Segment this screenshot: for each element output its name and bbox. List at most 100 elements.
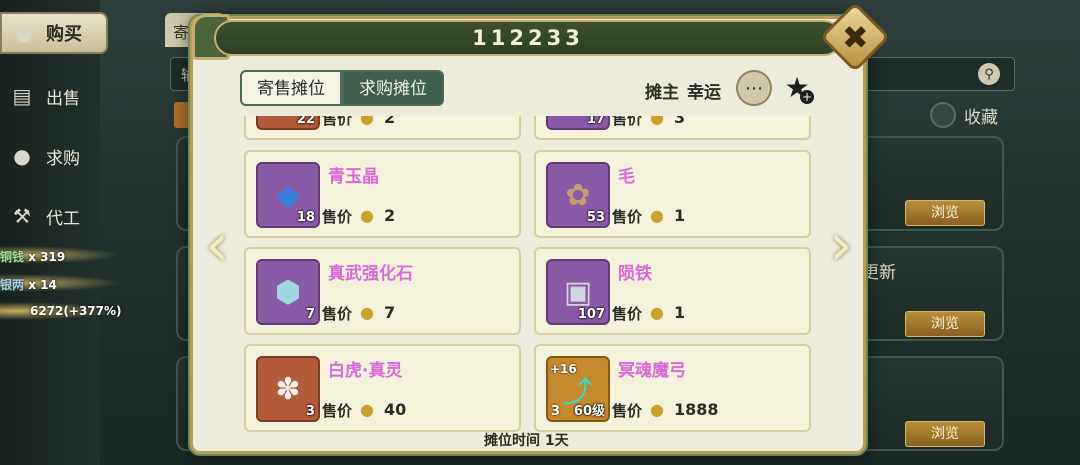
favorite-label: 收藏	[964, 107, 998, 128]
sidebar-item-sell[interactable]: ▤ 出售	[0, 76, 100, 116]
item-price: 7	[384, 303, 396, 322]
gold-ingot-icon: ●	[360, 116, 374, 127]
item-name: 冥魂魔弓	[618, 361, 686, 381]
gold-ingot-icon: ●	[360, 206, 374, 225]
price-label: 售价	[612, 305, 643, 323]
seller-info: 摊主 幸运	[645, 78, 721, 103]
chevron-left-icon: ‹	[205, 210, 229, 280]
price-label: 售价	[322, 305, 353, 323]
gold-ingot-icon: ●	[650, 303, 664, 322]
price-label: 售价	[322, 402, 353, 420]
sidebar-buy-label: 购买	[46, 24, 82, 45]
gold-ingot-icon: ●	[360, 303, 374, 322]
close-icon: ✖	[841, 18, 869, 56]
price-label: 售价	[612, 402, 643, 420]
item-level: 60级	[573, 404, 605, 419]
item-quantity: 18	[296, 210, 315, 225]
item-card[interactable]: 17 售价 ● 3	[534, 116, 811, 140]
item-quantity: 22	[296, 116, 315, 127]
stall-icon: ▤	[12, 84, 32, 108]
browse-button[interactable]: 浏览	[905, 200, 985, 226]
price-label: 售价	[612, 116, 643, 128]
sidebar-buy-tab[interactable]: ● 购买	[0, 12, 108, 54]
iron-ingot-icon: ▣ 107	[546, 259, 610, 325]
seller-label: 摊主	[645, 83, 679, 103]
background-tab-label: 寄	[173, 23, 190, 42]
item-price: 2	[384, 206, 396, 225]
fur-icon: ✿ 53	[546, 162, 610, 228]
item-card[interactable]: ◆ 18 青玉晶 售价 ● 2	[244, 150, 521, 238]
chevron-right-icon: ›	[829, 210, 853, 280]
ingot-bowl-icon: ●	[15, 21, 33, 45]
price-label: 售价	[322, 208, 353, 226]
silver-currency: 银两 x 14	[0, 276, 57, 293]
item-name: 白虎·真灵	[328, 361, 403, 381]
modal-title: 112233	[214, 20, 842, 56]
tab-consignment[interactable]: 寄售摊位	[240, 70, 342, 106]
item-price: 1	[674, 303, 686, 322]
item-card[interactable]: 22 售价 ● 2	[244, 116, 521, 140]
prev-page-arrow[interactable]: ‹	[204, 210, 230, 280]
blue-gem-icon: ◆ 18	[256, 162, 320, 228]
item-quantity: 7	[305, 307, 315, 322]
item-card[interactable]: +16 ⤴ 3 60级 冥魂魔弓 售价 ● 1888	[534, 344, 811, 432]
item-name: 真武强化石	[328, 264, 413, 284]
item-name: 毛	[618, 167, 635, 187]
gold-ingot-icon: ●	[650, 116, 664, 127]
currency-name: 铜钱	[0, 250, 25, 264]
add-favorite-button[interactable]: ★ +	[780, 70, 814, 104]
item-card[interactable]: ✽ 3 白虎·真灵 售价 ● 40	[244, 344, 521, 432]
item-card[interactable]: ⬢ 7 真武强化石 售价 ● 7	[244, 247, 521, 335]
copper-currency: 铜钱 x 319	[0, 248, 65, 265]
sidebar-item-craft[interactable]: ⚒ 代工	[0, 196, 100, 236]
background-refresh-text: 更新	[862, 263, 896, 283]
item-price: 3	[674, 116, 686, 127]
price-label: 售价	[612, 208, 643, 226]
item-price: 40	[384, 400, 407, 419]
sidebar-item-label: 求购	[46, 148, 80, 169]
gold-ingot-icon: ●	[650, 400, 664, 419]
item-quantity: 53	[586, 210, 605, 225]
item-card[interactable]: ✿ 53 毛 售价 ● 1	[534, 150, 811, 238]
price-label: 售价	[322, 116, 353, 128]
favorite-toggle[interactable]: 收藏	[930, 102, 998, 128]
crystal-stone-icon: ⬢ 7	[256, 259, 320, 325]
item-price: 1888	[674, 400, 719, 419]
sidebar-item-label: 出售	[46, 88, 80, 109]
seller-name: 幸运	[687, 83, 721, 103]
tab-purchase[interactable]: 求购摊位	[342, 70, 444, 106]
gold-ingot-icon: ●	[360, 400, 374, 419]
chat-bubble-icon: ⋯	[745, 77, 763, 99]
item-icon: 22	[256, 116, 320, 130]
browse-button[interactable]: 浏览	[905, 311, 985, 337]
item-quantity: 3	[305, 404, 315, 419]
white-tiger-icon: ✽ 3	[256, 356, 320, 422]
item-name: 陨铁	[618, 264, 652, 284]
item-quantity: 3	[551, 404, 561, 419]
sidebar-item-label: 代工	[46, 208, 80, 229]
next-page-arrow[interactable]: ›	[828, 210, 854, 280]
sidebar-item-request[interactable]: ● 求购	[0, 136, 100, 176]
item-list[interactable]: 22 售价 ● 2 17 售价 ● 3 ◆ 18 青玉晶 售价 ● 2 ✿ 53 毛…	[244, 116, 812, 434]
gold-ingot-icon: ●	[650, 206, 664, 225]
currency-name: 银两	[0, 278, 25, 292]
bow-icon: +16 ⤴ 3 60级	[546, 356, 610, 422]
item-quantity: 107	[577, 307, 605, 322]
currency-value: 6272(+377%)	[30, 304, 122, 318]
browse-button[interactable]: 浏览	[905, 421, 985, 447]
chat-button[interactable]: ⋯	[736, 70, 772, 106]
currency-value: x 14	[28, 278, 57, 292]
ingot-bowl-icon: ●	[13, 144, 31, 168]
stall-duration: 摊位时间 1天	[484, 433, 569, 449]
item-price: 1	[674, 206, 686, 225]
item-quantity: 17	[586, 116, 605, 127]
bonus-currency: 6272(+377%)	[30, 304, 122, 318]
stall-tabs: 寄售摊位 求购摊位	[240, 70, 444, 106]
item-card[interactable]: ▣ 107 陨铁 售价 ● 1	[534, 247, 811, 335]
enhance-level: +16	[550, 362, 577, 376]
item-price: 2	[384, 116, 396, 127]
search-icon[interactable]: ⚲	[978, 63, 1000, 85]
anvil-icon: ⚒	[13, 204, 31, 228]
item-icon: 17	[546, 116, 610, 130]
favorite-radio[interactable]	[930, 102, 956, 128]
